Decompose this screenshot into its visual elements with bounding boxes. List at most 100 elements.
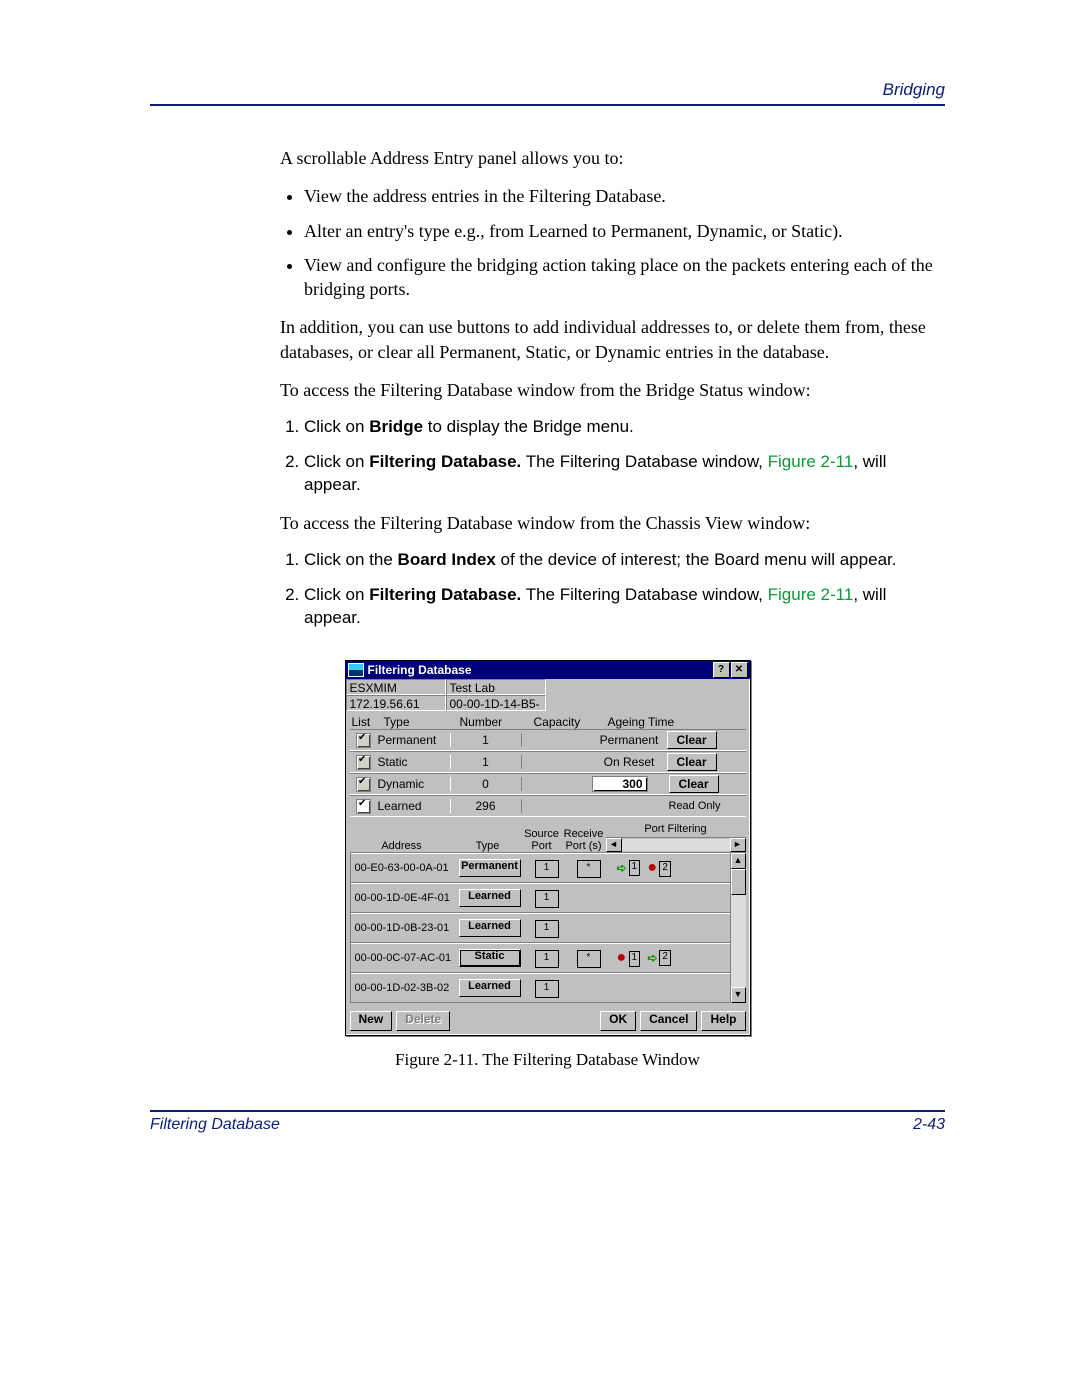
port-number: 1 bbox=[629, 951, 641, 967]
footer-right: 2-43 bbox=[913, 1116, 945, 1134]
db-row-static: Static 1 On Reset Clear bbox=[350, 751, 746, 773]
delete-button: Delete bbox=[396, 1011, 450, 1031]
address-row[interactable]: 00-00-0C-07-AC-01 Static 1 * ●1 ➪2 bbox=[351, 943, 730, 973]
list-checkbox[interactable] bbox=[356, 755, 371, 770]
forward-arrow-icon: ➪ bbox=[647, 953, 657, 963]
ok-button[interactable]: OK bbox=[600, 1011, 636, 1031]
receive-port-box: * bbox=[577, 860, 601, 878]
col-header-source-port: SourcePort bbox=[522, 828, 562, 852]
step-text: The Filtering Database window, bbox=[521, 452, 767, 471]
step-text-bold: Bridge bbox=[369, 417, 423, 436]
source-port-box: 1 bbox=[535, 920, 559, 938]
forward-arrow-icon: ➪ bbox=[617, 863, 627, 873]
entry-type-button[interactable]: Learned bbox=[459, 979, 521, 997]
help-button[interactable]: ? bbox=[713, 662, 730, 678]
address-value: 00-00-1D-02-3B-02 bbox=[351, 982, 459, 994]
address-entry-panel: Address Type SourcePort ReceivePort (s) … bbox=[346, 819, 750, 1007]
db-number: 0 bbox=[450, 777, 522, 791]
device-name-field: ESXMIM bbox=[346, 679, 446, 695]
block-dot-icon: ● bbox=[617, 954, 627, 964]
db-type: Static bbox=[378, 755, 450, 769]
device-ip-field: 172.19.56.61 bbox=[346, 695, 446, 711]
port-filter-item[interactable]: ●1 bbox=[617, 951, 641, 967]
db-type: Learned bbox=[378, 799, 450, 813]
bullet-item: View and configure the bridging action t… bbox=[304, 253, 945, 302]
list-checkbox[interactable] bbox=[356, 777, 371, 792]
port-number: 2 bbox=[659, 861, 671, 877]
steps-list-1: Click on Bridge to display the Bridge me… bbox=[280, 416, 945, 497]
address-row[interactable]: 00-00-1D-0E-4F-01 Learned 1 bbox=[351, 883, 730, 913]
port-filter-item[interactable]: ●2 bbox=[647, 861, 671, 877]
col-header-port-filtering: Port Filtering bbox=[606, 823, 746, 835]
page-footer: Filtering Database 2-43 bbox=[150, 1110, 945, 1134]
address-row[interactable]: 00-E0-63-00-0A-01 Permanent 1 * ➪1 ●2 bbox=[351, 853, 730, 883]
clear-button[interactable]: Clear bbox=[667, 753, 717, 771]
db-ageing: On Reset bbox=[592, 755, 667, 769]
figure-reference: Figure 2-11 bbox=[768, 452, 854, 471]
port-number: 1 bbox=[629, 860, 641, 876]
footer-left: Filtering Database bbox=[150, 1116, 280, 1134]
access1-paragraph: To access the Filtering Database window … bbox=[280, 378, 945, 402]
port-filter-item[interactable]: ➪1 bbox=[617, 860, 641, 876]
header-rule bbox=[150, 104, 945, 106]
step-item: Click on Bridge to display the Bridge me… bbox=[304, 416, 945, 439]
address-row[interactable]: 00-00-1D-02-3B-02 Learned 1 bbox=[351, 973, 730, 1003]
steps-list-2: Click on the Board Index of the device o… bbox=[280, 549, 945, 630]
port-number: 2 bbox=[659, 950, 671, 966]
port-filter-item[interactable]: ➪2 bbox=[647, 950, 671, 966]
titlebar[interactable]: Filtering Database ? ✕ bbox=[346, 661, 750, 679]
col-header-address: Address bbox=[350, 840, 454, 852]
window-title: Filtering Database bbox=[368, 663, 712, 677]
step-text: of the device of interest; the Board men… bbox=[496, 550, 897, 569]
step-text: The Filtering Database window, bbox=[521, 585, 767, 604]
addition-paragraph: In addition, you can use buttons to add … bbox=[280, 315, 945, 364]
help-dialog-button[interactable]: Help bbox=[701, 1011, 745, 1031]
step-text: Click on bbox=[304, 417, 369, 436]
feature-bullets: View the address entries in the Filterin… bbox=[280, 184, 945, 301]
clear-button[interactable]: Clear bbox=[669, 775, 719, 793]
close-button[interactable]: ✕ bbox=[731, 662, 748, 678]
dialog-button-row: New Delete OK Cancel Help bbox=[346, 1007, 750, 1035]
cancel-button[interactable]: Cancel bbox=[640, 1011, 697, 1031]
entry-type-button[interactable]: Learned bbox=[459, 889, 521, 907]
entry-type-button[interactable]: Learned bbox=[459, 919, 521, 937]
bullet-item: View the address entries in the Filterin… bbox=[304, 184, 945, 208]
step-text: Click on bbox=[304, 452, 369, 471]
address-value: 00-00-1D-0E-4F-01 bbox=[351, 892, 459, 904]
address-list-vscroll[interactable]: ▲ ▼ bbox=[730, 853, 746, 1003]
device-mac-field: 00-00-1D-14-B5-E4 bbox=[446, 695, 546, 711]
db-number: 296 bbox=[450, 799, 522, 813]
step-item: Click on the Board Index of the device o… bbox=[304, 549, 945, 572]
port-filtering-hscroll[interactable]: ◄ ► bbox=[606, 837, 746, 852]
scroll-down-icon[interactable]: ▼ bbox=[731, 987, 746, 1003]
intro-paragraph: A scrollable Address Entry panel allows … bbox=[280, 146, 945, 170]
scroll-up-icon[interactable]: ▲ bbox=[731, 853, 746, 869]
db-ageing: Permanent bbox=[592, 733, 667, 747]
block-dot-icon: ● bbox=[647, 864, 657, 874]
step-text: to display the Bridge menu. bbox=[423, 417, 634, 436]
address-value: 00-00-0C-07-AC-01 bbox=[351, 952, 459, 964]
col-header-type: Type bbox=[382, 715, 458, 729]
section-header: Bridging bbox=[150, 80, 945, 100]
col-header-list: List bbox=[350, 715, 382, 729]
step-text: Click on the bbox=[304, 550, 398, 569]
receive-port-box: * bbox=[577, 950, 601, 968]
list-checkbox[interactable] bbox=[356, 799, 371, 814]
db-number: 1 bbox=[450, 755, 522, 769]
scroll-thumb[interactable] bbox=[731, 869, 746, 895]
entry-type-button[interactable]: Permanent bbox=[459, 859, 521, 877]
address-row[interactable]: 00-00-1D-0B-23-01 Learned 1 bbox=[351, 913, 730, 943]
scroll-left-icon[interactable]: ◄ bbox=[606, 838, 622, 852]
list-checkbox[interactable] bbox=[356, 733, 371, 748]
new-button[interactable]: New bbox=[350, 1011, 393, 1031]
entry-type-button[interactable]: Static bbox=[459, 949, 521, 967]
system-menu-icon[interactable] bbox=[348, 663, 364, 677]
clear-button[interactable]: Clear bbox=[667, 731, 717, 749]
ageing-time-input[interactable]: 300 bbox=[592, 776, 648, 792]
scroll-right-icon[interactable]: ► bbox=[730, 838, 746, 852]
db-type: Dynamic bbox=[378, 777, 450, 791]
address-value: 00-E0-63-00-0A-01 bbox=[351, 862, 459, 874]
db-row-permanent: Permanent 1 Permanent Clear bbox=[350, 729, 746, 751]
db-row-dynamic: Dynamic 0 300 Clear bbox=[350, 773, 746, 795]
step-text-bold: Board Index bbox=[398, 550, 496, 569]
